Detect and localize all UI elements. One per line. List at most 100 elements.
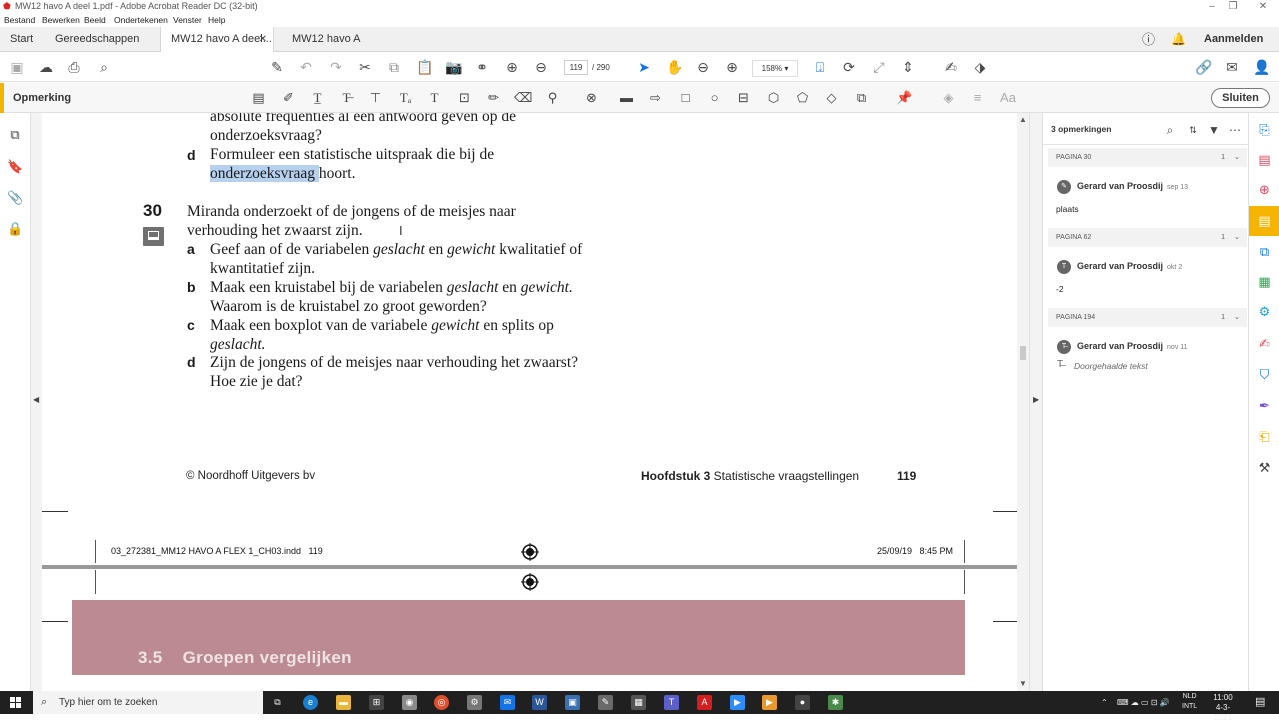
protect-icon[interactable]: ⛉ [1256,366,1273,383]
close-tab-icon[interactable]: ✕ [259,27,267,52]
send-file-icon[interactable]: ⎗ [1256,428,1273,445]
media-icon[interactable] [143,227,164,246]
filter-icon[interactable]: ▼ [1207,123,1221,137]
chevron-down-icon[interactable]: ⌄ [1234,148,1240,167]
chrome-icon[interactable]: ◎ [434,695,449,710]
share-user-icon[interactable]: 👤 [1253,59,1270,75]
fill-sign-icon[interactable]: ⬗ [972,59,988,75]
highlight-pen-icon[interactable]: ✐ [280,90,297,106]
copy-icon[interactable]: ⧉ [386,59,402,75]
acrobat-taskbar-icon[interactable]: A [697,695,712,710]
cloud-icon[interactable]: ⬠ [794,90,811,106]
menu-bewerken[interactable]: Bewerken [42,13,80,27]
windows-start-icon[interactable] [10,697,21,708]
full-screen-icon[interactable]: ⤢ [871,59,887,75]
teams-icon[interactable]: T [664,695,679,710]
page-thumbnails-icon[interactable]: ⧉ [7,127,23,143]
comment-text[interactable]: -2 [1056,284,1064,294]
more-tools-icon[interactable]: ⚒ [1256,459,1273,476]
text-size-button[interactable]: Aa [998,90,1018,106]
attachment-icon[interactable]: 📎 [7,190,23,206]
upload-cloud-icon[interactable]: ☁ [38,59,54,75]
sticky-note-icon[interactable]: ▤ [250,90,267,106]
network-app-icon[interactable]: ✱ [828,695,843,710]
callout-icon[interactable]: ⊟ [735,90,752,106]
add-text-icon[interactable]: T [426,90,443,106]
tray-expand-icon[interactable]: ⌃ [1101,691,1108,714]
strikethrough-text-icon[interactable]: T̶ [338,90,355,106]
tab-document-active[interactable]: MW12 havo A deel... ✕ [160,27,274,52]
replace-text-icon[interactable]: ⊤ [367,90,384,106]
layers-lock-icon[interactable]: 🔒 [7,221,23,237]
bell-icon[interactable]: 🔔 [1171,27,1186,52]
underline-text-icon[interactable]: T̲ [309,90,326,106]
vertical-scrollbar[interactable]: ▲ ▼ [1017,113,1029,691]
restore-button[interactable]: ❐ [1219,0,1247,13]
edge-browser-icon[interactable]: e [303,695,318,710]
remote-desktop-icon[interactable]: ▣ [565,695,580,710]
mail-app-icon[interactable]: ✉ [500,695,515,710]
chevron-down-icon[interactable]: ⌄ [1234,308,1240,327]
search-icon[interactable]: ⌕ [1163,123,1177,137]
cut-icon[interactable]: ✂ [357,59,373,75]
fill-and-sign-icon[interactable]: ✍ [1256,335,1273,352]
paint-icon[interactable]: ✎ [598,695,613,710]
close-window-button[interactable]: ✕ [1249,0,1277,13]
document-view[interactable]: ◀ absolute frequenties al een antwoord g… [31,113,1042,691]
zoom-search-icon[interactable]: ⌕ [96,59,112,75]
comment-tool-icon[interactable]: ▤ [1249,206,1279,236]
sort-icon[interactable]: ⇅ [1186,123,1200,137]
group-icon[interactable]: ⧉ [853,90,870,106]
tab-start[interactable]: Start [0,27,45,52]
media-player-icon[interactable]: ▶ [762,695,777,710]
rectangle-icon[interactable]: □ [677,90,694,106]
screen-capture-icon[interactable]: ▦ [631,695,646,710]
language-indicator[interactable]: NLD INTL [1182,692,1197,712]
attach-file-icon[interactable]: ⊗ [583,90,600,106]
collapse-right-panel-icon[interactable]: ▶ [1033,395,1039,404]
page-number-input[interactable]: 119 [564,60,588,75]
text-box-icon[interactable]: ⊡ [456,90,473,106]
comment-group-header-page194[interactable]: PAGINA 194 1 ⌄ [1048,308,1247,327]
combine-files-icon[interactable]: ⧉ [1256,243,1273,260]
file-explorer-icon[interactable]: ▬ [336,695,351,710]
word-icon[interactable]: W [532,695,547,710]
link-icon[interactable]: 🔗 [1195,59,1212,75]
tab-tools[interactable]: Gereedschappen [45,27,157,52]
task-view-icon[interactable]: ⧉ [270,695,285,710]
pencil-icon[interactable]: ✏ [485,90,502,106]
send-for-signature-icon[interactable]: ✒ [1256,397,1273,414]
fill-color-icon[interactable]: ◈ [940,90,957,106]
sign-icon[interactable]: ✍ [943,59,959,75]
line-icon[interactable]: ▬ [618,90,635,106]
oval-icon[interactable]: ○ [706,90,723,106]
bookmark-icon[interactable]: 🔖 [7,159,23,175]
close-comment-button[interactable]: Sluiten [1211,88,1270,108]
pin-icon[interactable]: 📌 [896,90,913,106]
sign-in-link[interactable]: Aanmelden [1204,27,1263,52]
chevron-down-icon[interactable]: ⌄ [1234,228,1240,247]
stamp-icon[interactable]: ⚲ [544,90,561,106]
store-icon[interactable]: ⊞ [369,695,384,710]
menu-ondertekenen[interactable]: Ondertekenen [114,13,168,27]
undo-icon[interactable]: ↶ [298,59,314,75]
notifications-icon[interactable]: ▤ [1255,691,1265,714]
record-icon[interactable]: ● [795,695,810,710]
save-icon[interactable]: ▣ [9,59,25,75]
scrollbar-thumb[interactable] [1020,346,1026,360]
more-options-icon[interactable]: ⋯ [1228,123,1242,137]
fit-page-icon[interactable]: ⍗ [812,59,828,75]
paste-icon[interactable]: 📋 [416,59,433,75]
create-pdf-icon[interactable]: ⊕ [1256,181,1273,198]
line-width-icon[interactable]: ≡ [969,90,986,106]
menu-venster[interactable]: Venster [173,13,202,27]
help-icon[interactable]: ⓘ [1142,27,1155,52]
print-icon[interactable]: ⎙ [66,59,82,75]
comment-group-header-page30[interactable]: PAGINA 30 1 ⌄ [1048,148,1247,167]
settings-app-icon[interactable]: ⚙ [467,695,482,710]
polyline-icon[interactable]: ◇ [823,90,840,106]
taskbar-search-box[interactable]: ⌕ Typ hier om te zoeken [33,691,263,714]
collapse-left-icon[interactable]: ◀ [33,395,39,404]
panel-splitter[interactable]: ▶ [1029,113,1042,691]
redo-icon[interactable]: ↷ [328,59,344,75]
